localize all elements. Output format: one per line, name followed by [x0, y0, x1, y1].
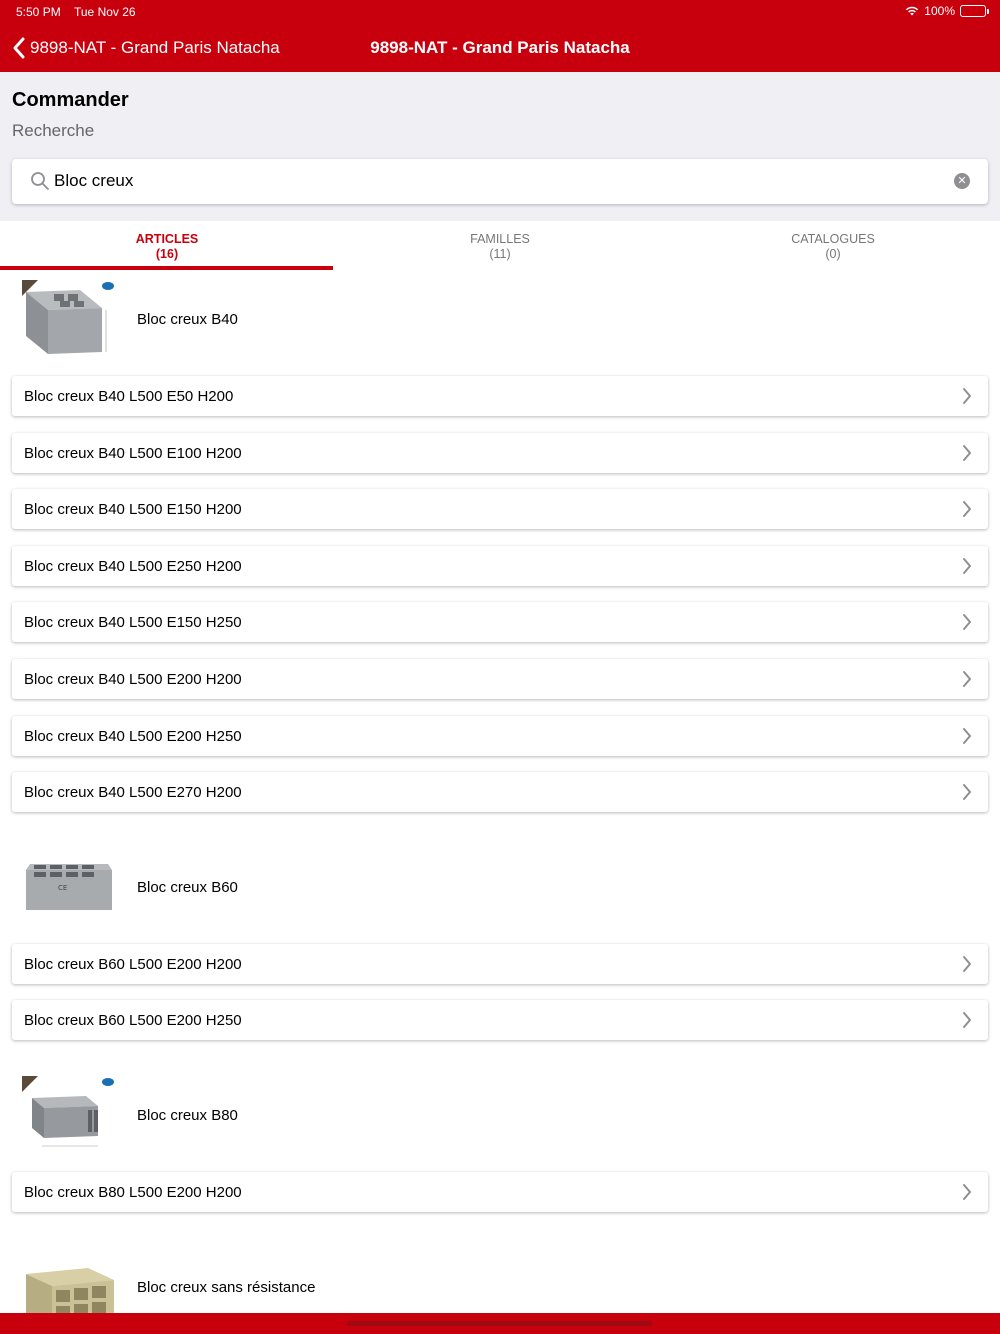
active-tab-indicator	[0, 266, 333, 270]
tab-catalogues[interactable]: CATALOGUES (0)	[666, 221, 1000, 270]
list-item[interactable]: Bloc creux B40 L500 E100 H200	[12, 433, 988, 473]
list-item-label: Bloc creux B40 L500 E200 H200	[24, 671, 242, 688]
tab-familles-label: FAMILLES	[470, 232, 530, 246]
list-item[interactable]: Bloc creux B40 L500 E200 H250	[12, 716, 988, 756]
chevron-right-icon	[963, 1012, 971, 1028]
bottom-bar	[0, 1313, 1000, 1334]
list-item[interactable]: Bloc creux B60 L500 E200 H250	[12, 1000, 988, 1040]
list-item-label: Bloc creux B60 L500 E200 H200	[24, 956, 242, 973]
battery-icon	[960, 5, 989, 17]
tab-catalogues-label: CATALOGUES	[791, 232, 875, 246]
product-image-b40	[22, 280, 114, 354]
group-name: Bloc creux B80	[137, 1107, 238, 1124]
chevron-right-icon	[963, 1184, 971, 1200]
top-bar: 5:50 PM Tue Nov 26 100% 9898-NAT - Grand…	[0, 0, 1000, 72]
status-bar: 5:50 PM Tue Nov 26 100%	[0, 0, 1000, 24]
product-image-b60: CE	[26, 864, 112, 910]
nav-title: 9898-NAT - Grand Paris Natacha	[370, 38, 630, 57]
list-item-label: Bloc creux B80 L500 E200 H200	[24, 1184, 242, 1201]
header-area: Commander Recherche Bloc creux ✕	[0, 72, 1000, 221]
page-subtitle: Recherche	[12, 121, 95, 140]
list-item[interactable]: Bloc creux B60 L500 E200 H200	[12, 944, 988, 984]
list-item-label: Bloc creux B60 L500 E200 H250	[24, 1012, 242, 1029]
status-date: Tue Nov 26	[74, 5, 136, 19]
chevron-right-icon	[963, 784, 971, 800]
chevron-right-icon	[963, 956, 971, 972]
battery-percent: 100%	[924, 4, 955, 18]
list-item-label: Bloc creux B40 L500 E270 H200	[24, 784, 242, 801]
list-item-label: Bloc creux B40 L500 E250 H200	[24, 558, 242, 575]
list-item[interactable]: Bloc creux B40 L500 E50 H200	[12, 376, 988, 416]
list-item-label: Bloc creux B40 L500 E50 H200	[24, 388, 234, 405]
status-time: 5:50 PM	[16, 5, 61, 19]
search-icon	[31, 172, 49, 190]
chevron-right-icon	[963, 614, 971, 630]
chevron-right-icon	[963, 501, 971, 517]
search-input[interactable]: Bloc creux ✕	[12, 159, 988, 204]
search-value: Bloc creux	[54, 171, 134, 190]
chevron-right-icon	[963, 445, 971, 461]
tab-articles-count: (16)	[155, 247, 179, 261]
list-item-label: Bloc creux B40 L500 E200 H250	[24, 728, 242, 745]
list-item[interactable]: Bloc creux B40 L500 E270 H200	[12, 772, 988, 812]
chevron-right-icon	[963, 728, 971, 744]
chevron-right-icon	[963, 671, 971, 687]
tab-familles[interactable]: FAMILLES (11)	[333, 221, 667, 270]
list-item[interactable]: Bloc creux B40 L500 E250 H200	[12, 546, 988, 586]
chevron-right-icon	[963, 388, 971, 404]
chevron-right-icon	[963, 558, 971, 574]
status-right: 100%	[905, 4, 989, 18]
list-item-label: Bloc creux B40 L500 E100 H200	[24, 445, 242, 462]
group-name: Bloc creux sans résistance	[137, 1279, 316, 1296]
list-item-label: Bloc creux B40 L500 E150 H250	[24, 614, 242, 631]
group-name: Bloc creux B40	[137, 311, 238, 328]
list-item[interactable]: Bloc creux B80 L500 E200 H200	[12, 1172, 988, 1212]
list-item[interactable]: Bloc creux B40 L500 E150 H200	[12, 489, 988, 529]
svg-text:CE: CE	[58, 884, 67, 892]
tab-familles-count: (11)	[489, 247, 511, 261]
tab-catalogues-count: (0)	[825, 247, 841, 261]
clear-icon[interactable]: ✕	[954, 173, 970, 189]
list-item[interactable]: Bloc creux B40 L500 E150 H250	[12, 602, 988, 642]
product-image-b80	[22, 1076, 114, 1147]
tab-articles-label: ARTICLES	[135, 232, 199, 246]
tab-articles[interactable]: ARTICLES (16)	[0, 221, 334, 270]
tab-bar: ARTICLES (16) FAMILLES (11) CATALOGUES (…	[0, 221, 1000, 270]
page-title: Commander	[12, 89, 129, 111]
wifi-icon	[906, 6, 919, 16]
home-indicator[interactable]	[347, 1321, 652, 1326]
list-item-label: Bloc creux B40 L500 E150 H200	[24, 501, 242, 518]
list-item[interactable]: Bloc creux B40 L500 E200 H200	[12, 659, 988, 699]
group-name: Bloc creux B60	[137, 879, 238, 896]
